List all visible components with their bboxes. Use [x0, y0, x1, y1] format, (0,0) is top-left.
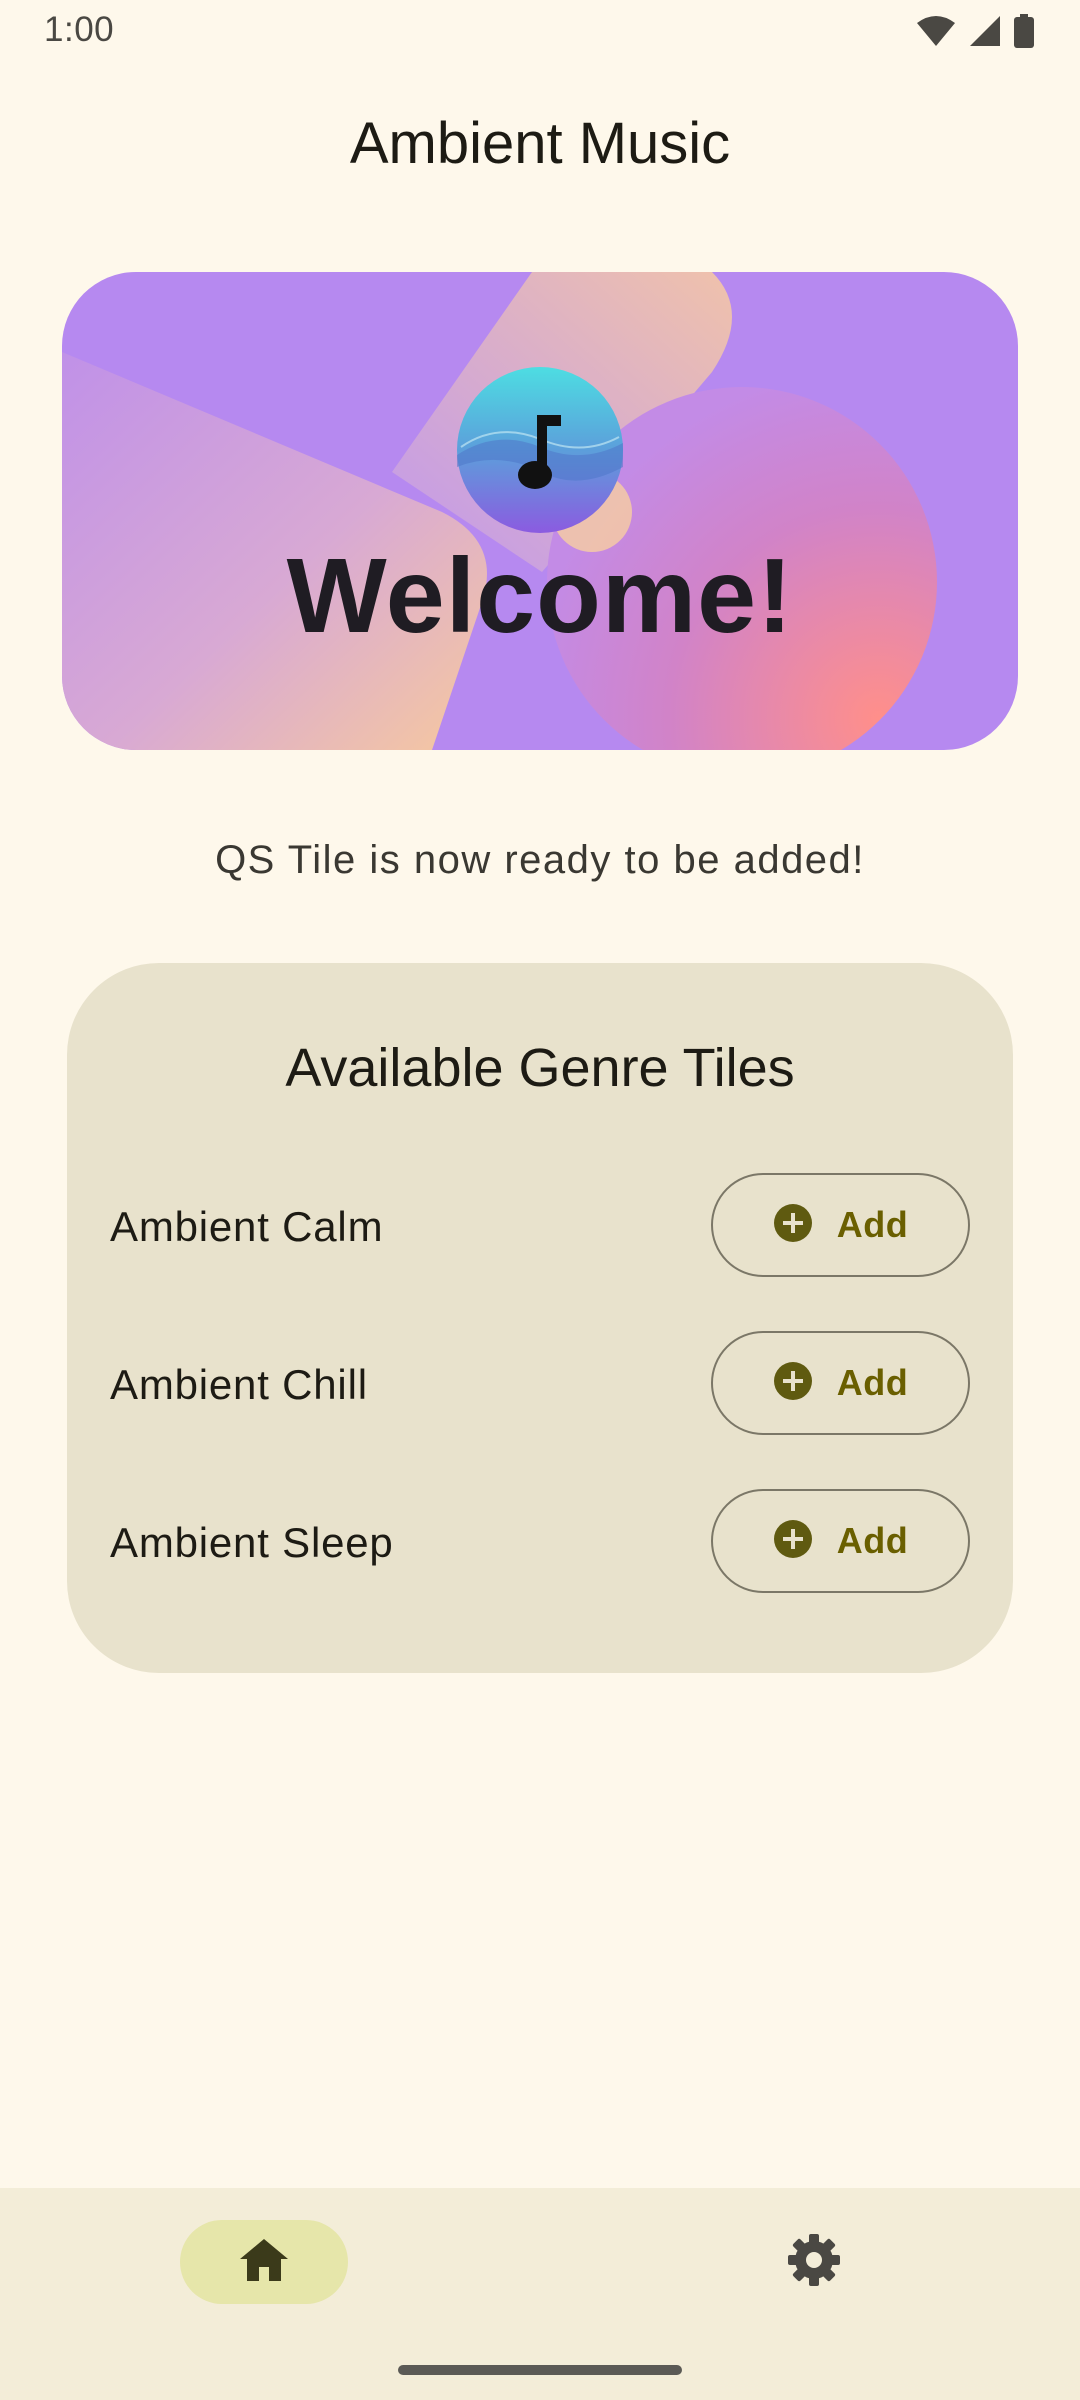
- list-item: Ambient Calm Add: [67, 1173, 1013, 1277]
- genre-label: Ambient Calm: [110, 1203, 384, 1250]
- add-calm-button[interactable]: Add: [711, 1173, 970, 1277]
- add-sleep-button[interactable]: Add: [711, 1489, 970, 1593]
- app-screen: 1:00 Ambient Music Welcome! QS Tile is n…: [0, 0, 1080, 2400]
- genre-label: Ambient Chill: [110, 1361, 368, 1408]
- status-time: 1:00: [44, 10, 115, 49]
- list-item: Ambient Chill Add: [67, 1331, 1013, 1435]
- nav-home[interactable]: [180, 2220, 348, 2304]
- music-note-icon: [457, 367, 623, 533]
- genre-tiles-card: Available Genre Tiles Ambient Calm Add A…: [67, 963, 1013, 1673]
- gear-icon: [787, 2233, 841, 2292]
- gesture-handle[interactable]: [398, 2365, 682, 2375]
- battery-icon: [1014, 14, 1034, 48]
- genre-label: Ambient Sleep: [110, 1519, 394, 1566]
- page-title: Ambient Music: [349, 111, 731, 176]
- genre-tiles-title: Available Genre Tiles: [285, 1038, 795, 1098]
- wifi-icon: [916, 15, 956, 47]
- nav-settings[interactable]: [772, 2220, 856, 2304]
- add-button-label: Add: [836, 1520, 909, 1561]
- status-message: QS Tile is now ready to be added!: [215, 838, 865, 882]
- add-chill-button[interactable]: Add: [711, 1331, 970, 1435]
- list-item: Ambient Sleep Add: [67, 1489, 1013, 1593]
- add-circle-icon: [773, 1203, 813, 1248]
- add-circle-icon: [773, 1519, 813, 1564]
- add-circle-icon: [773, 1361, 813, 1406]
- add-button-label: Add: [836, 1362, 909, 1403]
- welcome-banner: Welcome!: [62, 272, 1018, 750]
- home-icon: [238, 2237, 290, 2288]
- welcome-heading: Welcome!: [286, 537, 794, 655]
- bottom-navigation: [0, 2188, 1080, 2400]
- status-bar: 1:00: [0, 0, 1080, 64]
- add-button-label: Add: [836, 1204, 909, 1245]
- cell-signal-icon: [968, 14, 1002, 48]
- status-icons: [916, 14, 1034, 48]
